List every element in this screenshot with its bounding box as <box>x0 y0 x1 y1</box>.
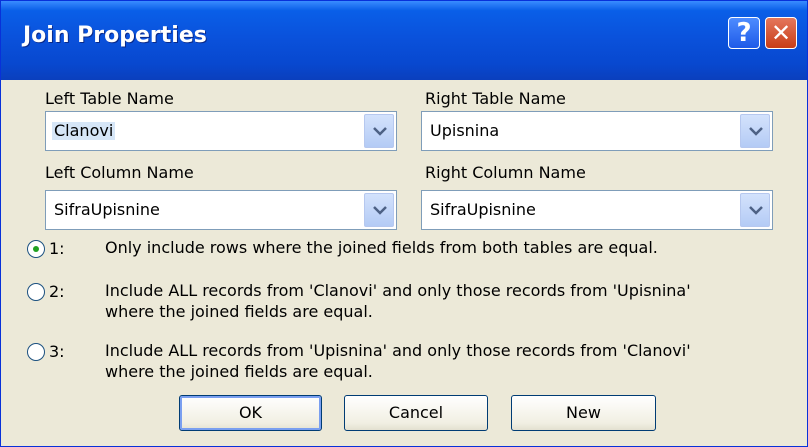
option-1-text: Only include rows where the joined field… <box>105 238 658 257</box>
option-1-label[interactable]: Only include rows where the joined field… <box>105 237 805 258</box>
title-bar[interactable]: Join Properties ? ✕ <box>1 1 807 80</box>
right-table-dropdown-button[interactable] <box>740 114 770 148</box>
right-column-select[interactable]: SifraUpisnine <box>421 190 773 230</box>
option-2-radio[interactable] <box>27 283 45 301</box>
left-column-dropdown-button[interactable] <box>364 193 394 227</box>
option-2-label[interactable]: Include ALL records from 'Clanovi' and o… <box>105 280 805 322</box>
chevron-down-icon <box>749 206 763 215</box>
option-2-number: 2: <box>49 282 65 301</box>
option-3-number: 3: <box>49 342 65 361</box>
option-3-text-line2: where the joined fields are equal. <box>105 362 373 381</box>
left-table-dropdown-button[interactable] <box>364 114 394 148</box>
join-properties-dialog: Join Properties ? ✕ Left Table Name Clan… <box>0 0 808 447</box>
right-column-dropdown-button[interactable] <box>740 193 770 227</box>
option-2-text-line2: where the joined fields are equal. <box>105 302 373 321</box>
help-icon: ? <box>736 18 752 48</box>
right-column-value: SifraUpisnine <box>430 200 536 219</box>
right-table-value: Upisnina <box>430 121 500 140</box>
close-button[interactable]: ✕ <box>765 17 797 49</box>
option-2-text-line1: Include ALL records from 'Clanovi' and o… <box>105 281 691 300</box>
option-3-radio[interactable] <box>27 343 45 361</box>
ok-button[interactable]: OK <box>179 395 322 431</box>
option-3-label[interactable]: Include ALL records from 'Upisnina' and … <box>105 340 805 382</box>
chevron-down-icon <box>749 127 763 136</box>
chevron-down-icon <box>373 206 387 215</box>
dialog-title: Join Properties <box>23 23 207 48</box>
radio-selected-dot <box>33 246 39 252</box>
left-column-select[interactable]: SifraUpisnine <box>45 190 397 230</box>
left-column-value: SifraUpisnine <box>54 200 160 219</box>
left-column-label: Left Column Name <box>45 163 194 182</box>
right-table-select[interactable]: Upisnina <box>421 111 773 151</box>
right-table-label: Right Table Name <box>425 89 566 108</box>
left-table-label: Left Table Name <box>45 89 174 108</box>
left-table-select[interactable]: Clanovi <box>45 111 397 151</box>
option-1-number: 1: <box>49 239 65 258</box>
new-button[interactable]: New <box>511 395 656 431</box>
option-1-radio[interactable] <box>27 240 45 258</box>
close-icon: ✕ <box>770 19 792 47</box>
option-3-text-line1: Include ALL records from 'Upisnina' and … <box>105 341 691 360</box>
chevron-down-icon <box>373 127 387 136</box>
cancel-button[interactable]: Cancel <box>344 395 488 431</box>
help-button[interactable]: ? <box>728 17 760 49</box>
left-table-value: Clanovi <box>52 121 116 140</box>
right-column-label: Right Column Name <box>425 163 586 182</box>
